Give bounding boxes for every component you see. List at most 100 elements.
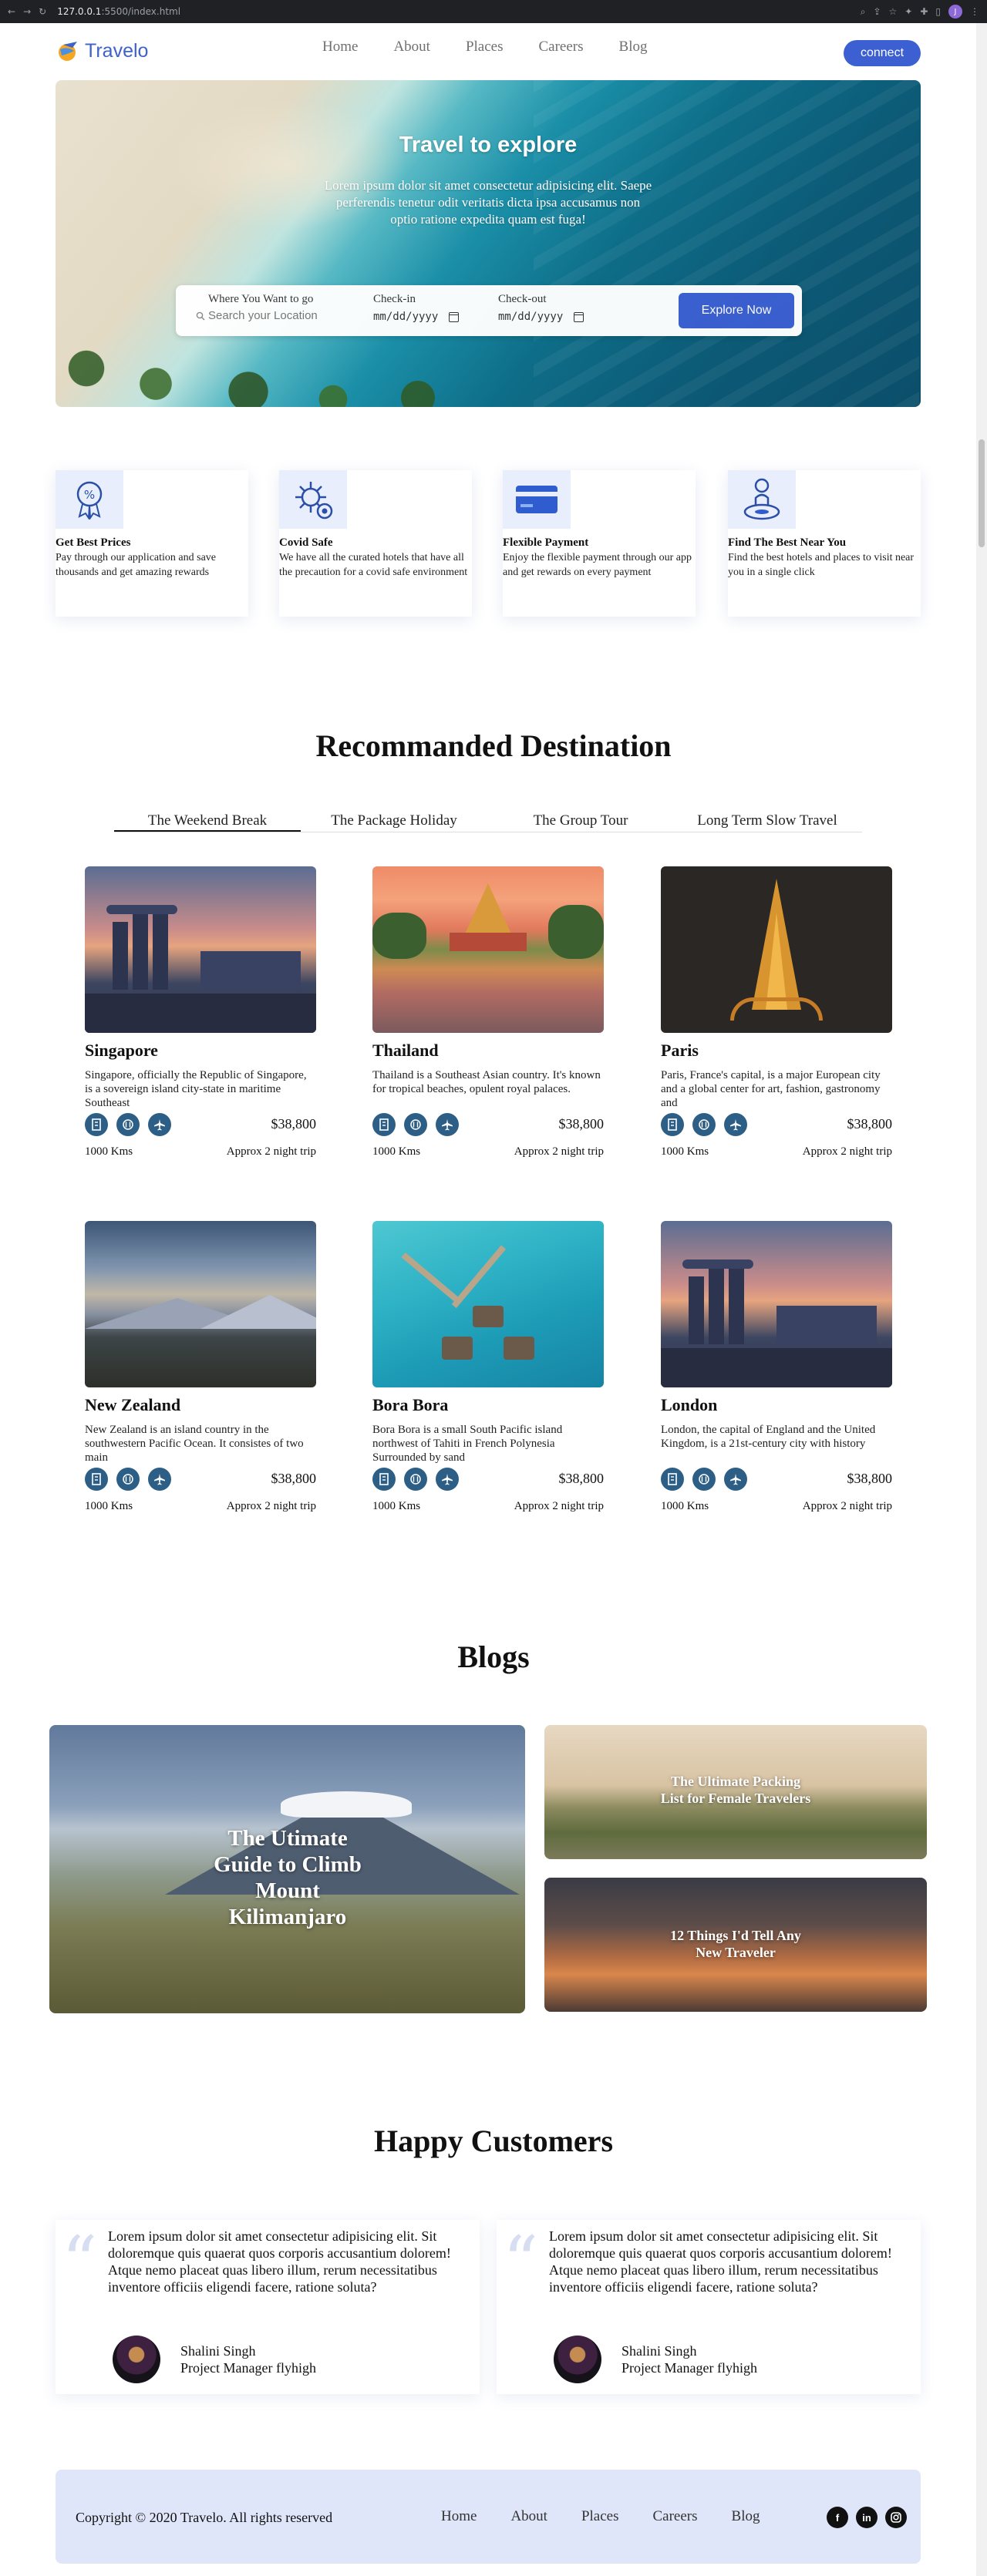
tab-weekend-break[interactable]: The Weekend Break — [114, 809, 301, 832]
tab-slow-travel[interactable]: Long Term Slow Travel — [674, 809, 861, 832]
extension-icon[interactable]: ✦ — [904, 6, 912, 17]
share-icon[interactable]: ⇪ — [873, 6, 881, 17]
flight-icon — [148, 1113, 171, 1136]
destination-card[interactable]: Bora Bora Bora Bora is a small South Pac… — [372, 1221, 604, 1529]
site-footer: Copyright © 2020 Travelo. All rights res… — [56, 2470, 921, 2564]
forward-icon[interactable]: → — [23, 6, 31, 17]
footer-nav-home[interactable]: Home — [441, 2508, 477, 2525]
destination-name: London — [661, 1395, 718, 1414]
tab-package-holiday[interactable]: The Package Holiday — [301, 809, 487, 832]
customer-name: Shalini Singh — [180, 2343, 256, 2359]
reload-icon[interactable]: ↻ — [39, 6, 46, 17]
discount-badge-icon: % — [56, 470, 123, 529]
checkout-date-input[interactable]: mm/dd/yyyy — [498, 311, 584, 323]
feature-text: Enjoy the flexible payment through our a… — [503, 552, 692, 578]
hero-text: Lorem ipsum dolor sit amet consectetur a… — [324, 178, 652, 227]
destination-duration: Approx 2 night trip — [226, 1500, 316, 1512]
search-icon — [196, 311, 205, 320]
destination-price: $38,800 — [271, 1471, 317, 1486]
nav-places[interactable]: Places — [466, 39, 504, 55]
blog-card-featured[interactable]: The Utimate Guide to Climb Mount Kiliman… — [49, 1725, 525, 2013]
features-row: % Get Best Prices Pay through our applic… — [56, 470, 921, 617]
blog-card[interactable]: The Ultimate Packing List for Female Tra… — [544, 1725, 927, 1859]
testimonial-text: Lorem ipsum dolor sit amet consectetur a… — [549, 2228, 892, 2295]
blog-card[interactable]: 12 Things I'd Tell Any New Traveler — [544, 1878, 927, 2012]
destination-description: Singapore, officially the Republic of Si… — [85, 1069, 307, 1109]
destination-description: Bora Bora is a small South Pacific islan… — [372, 1424, 563, 1464]
destination-description: Thailand is a Southeast Asian country. I… — [372, 1069, 601, 1095]
destination-price: $38,800 — [847, 1471, 893, 1486]
hotel-icon — [372, 1468, 396, 1491]
explore-now-button[interactable]: Explore Now — [679, 293, 794, 328]
tab-group-tour[interactable]: The Group Tour — [487, 809, 674, 832]
address-bar[interactable]: 127.0.0.1:5500/index.html — [57, 6, 180, 17]
destination-image — [85, 1221, 316, 1387]
star-icon[interactable]: ☆ — [889, 6, 898, 17]
destination-price: $38,800 — [558, 1116, 605, 1132]
destination-card[interactable]: New Zealand New Zealand is an island cou… — [85, 1221, 316, 1529]
amenities — [661, 1113, 747, 1136]
destination-card[interactable]: Paris Paris, France's capital, is a majo… — [661, 866, 892, 1175]
hotel-icon — [85, 1113, 108, 1136]
back-icon[interactable]: ← — [8, 6, 15, 17]
brand-name: Travelo — [85, 39, 149, 62]
checkout-label: Check-out — [498, 293, 547, 305]
destination-duration: Approx 2 night trip — [802, 1500, 892, 1512]
blog-title: The Ultimate Packing List for Female Tra… — [660, 1774, 811, 1806]
destination-image — [85, 866, 316, 1033]
flight-icon — [724, 1113, 747, 1136]
flight-icon — [148, 1468, 171, 1491]
feature-card: Find The Best Near You Find the best hot… — [728, 470, 921, 617]
destination-input[interactable] — [208, 309, 339, 322]
globe-plane-icon — [59, 42, 77, 61]
blog-title: 12 Things I'd Tell Any New Traveler — [670, 1928, 801, 1960]
checkin-field: Check-in mm/dd/yyyy — [373, 293, 460, 323]
destination-price: $38,800 — [847, 1116, 893, 1132]
feature-text: We have all the curated hotels that have… — [279, 552, 468, 578]
restaurant-icon — [692, 1113, 716, 1136]
zoom-icon[interactable]: ⌕ — [861, 6, 866, 18]
linkedin-icon[interactable]: in — [856, 2507, 878, 2528]
destination-description: London, the capital of England and the U… — [661, 1424, 876, 1450]
destination-card[interactable]: Thailand Thailand is a Southeast Asian c… — [372, 866, 604, 1175]
testimonial-card: “ Lorem ipsum dolor sit amet consectetur… — [497, 2220, 921, 2394]
feature-card: Flexible Payment Enjoy the flexible paym… — [503, 470, 696, 617]
sidebar-icon[interactable]: ▯ — [935, 6, 941, 17]
hero-title: Travel to explore — [399, 133, 578, 157]
page-scrollbar[interactable] — [976, 23, 987, 2576]
nav-home[interactable]: Home — [322, 39, 358, 55]
puzzle-icon[interactable]: ✚ — [920, 6, 928, 17]
checkin-date-value: mm/dd/yyyy — [373, 311, 439, 323]
destination-name: New Zealand — [85, 1395, 181, 1414]
footer-nav-places[interactable]: Places — [581, 2508, 619, 2525]
profile-avatar[interactable]: J — [948, 5, 962, 18]
instagram-icon[interactable] — [885, 2507, 907, 2528]
checkout-field: Check-out mm/dd/yyyy — [498, 293, 584, 323]
destination-card[interactable]: Singapore Singapore, officially the Repu… — [85, 866, 316, 1175]
destination-card[interactable]: London London, the capital of England an… — [661, 1221, 892, 1529]
destination-duration: Approx 2 night trip — [514, 1145, 604, 1158]
footer-nav-careers[interactable]: Careers — [652, 2508, 697, 2525]
blogs-heading: Blogs — [457, 1639, 530, 1674]
copyright-text: Copyright © 2020 Travelo. All rights res… — [76, 2510, 333, 2525]
facebook-icon[interactable]: f — [827, 2507, 848, 2528]
scrollbar-thumb[interactable] — [979, 439, 985, 547]
nav-careers[interactable]: Careers — [538, 39, 583, 55]
nav-about[interactable]: About — [393, 39, 430, 55]
connect-button[interactable]: connect — [844, 40, 921, 66]
testimonials-heading: Happy Customers — [373, 2124, 614, 2158]
footer-nav-about[interactable]: About — [510, 2508, 547, 2525]
checkin-date-input[interactable]: mm/dd/yyyy — [373, 311, 460, 323]
footer-nav-blog[interactable]: Blog — [732, 2508, 760, 2525]
menu-icon[interactable]: ⋮ — [970, 6, 979, 17]
destination-price: $38,800 — [558, 1471, 605, 1486]
restaurant-icon — [692, 1468, 716, 1491]
feature-title: Find The Best Near You — [728, 536, 847, 549]
flight-icon — [436, 1468, 459, 1491]
calendar-icon[interactable] — [449, 311, 460, 322]
nav-blog[interactable]: Blog — [619, 39, 648, 55]
brand-logo[interactable]: Travelo — [56, 39, 148, 63]
calendar-icon[interactable] — [574, 311, 584, 322]
restaurant-icon — [116, 1468, 140, 1491]
browser-toolbar: ← → ↻ 127.0.0.1:5500/index.html ⌕ ⇪ ☆ ✦ … — [0, 0, 987, 23]
